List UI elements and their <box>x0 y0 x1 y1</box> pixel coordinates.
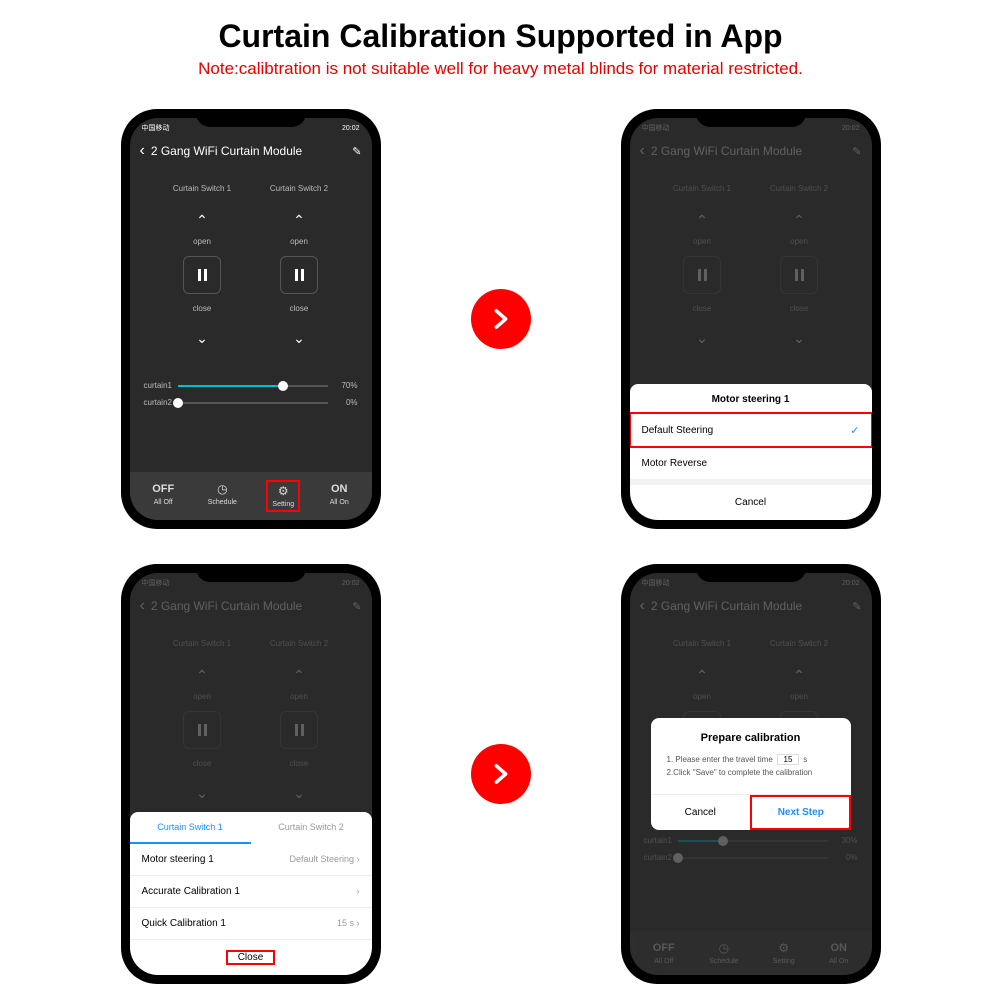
open-label: open <box>165 237 240 246</box>
motor-reverse-option[interactable]: Motor Reverse <box>630 447 872 479</box>
sheet-title: Motor steering 1 <box>630 384 872 413</box>
phone-mockup-1: 中国移动 20:02 ‹ 2 Gang WiFi Curtain Module … <box>121 109 381 529</box>
close-label: close <box>262 304 337 313</box>
page-title: Curtain Calibration Supported in App <box>30 18 971 55</box>
tab-curtain-switch-2[interactable]: Curtain Switch 2 <box>251 812 372 844</box>
slider1-value: 70% <box>334 381 358 390</box>
prepare-calibration-modal: Prepare calibration 1. Please enter the … <box>651 718 851 830</box>
close-button-1[interactable]: ⌄ <box>182 323 222 353</box>
switch2-label: Curtain Switch 2 <box>262 184 337 193</box>
note-text: Note:calibtration is not suitable well f… <box>30 59 971 79</box>
slider1[interactable] <box>178 385 328 387</box>
slider2[interactable] <box>178 402 328 404</box>
default-steering-option[interactable]: Default Steering✓ <box>630 413 872 447</box>
close-label: close <box>165 304 240 313</box>
all-off-button[interactable]: OFFAll Off <box>152 482 174 510</box>
schedule-button[interactable]: ◷Schedule <box>208 482 237 510</box>
cancel-button[interactable]: Cancel <box>630 479 872 520</box>
modal-title: Prepare calibration <box>651 718 851 754</box>
close-button[interactable]: Close <box>226 950 276 965</box>
tab-curtain-switch-1[interactable]: Curtain Switch 1 <box>130 812 251 844</box>
phone-mockup-3: 中国移动20:02 ‹2 Gang WiFi Curtain Module✎ C… <box>121 564 381 984</box>
edit-icon[interactable]: ✎ <box>352 145 361 158</box>
phone-mockup-2: 中国移动20:02 ‹2 Gang WiFi Curtain Module✎ C… <box>621 109 881 529</box>
modal-instruction-2: 2.Click "Save" to complete the calibrati… <box>667 767 835 780</box>
open-label: open <box>262 237 337 246</box>
header-title: 2 Gang WiFi Curtain Module <box>151 144 352 158</box>
arrow-icon <box>471 744 531 804</box>
open-button-1[interactable]: ⌃ <box>182 205 222 235</box>
setting-button[interactable]: ⚙Setting <box>266 480 300 512</box>
switch1-label: Curtain Switch 1 <box>165 184 240 193</box>
slider2-label: curtain2 <box>144 398 172 407</box>
open-button-2[interactable]: ⌃ <box>279 205 319 235</box>
all-on-button[interactable]: ONAll On <box>330 482 349 510</box>
quick-calibration-row[interactable]: Quick Calibration 115 s › <box>130 908 372 940</box>
pause-button-1[interactable] <box>183 256 221 294</box>
travel-time-input[interactable] <box>777 754 799 765</box>
back-icon[interactable]: ‹ <box>140 142 145 160</box>
status-carrier: 中国移动 <box>142 123 170 133</box>
check-icon: ✓ <box>850 424 859 437</box>
gear-icon: ⚙ <box>276 484 290 498</box>
slider2-value: 0% <box>334 398 358 407</box>
motor-steering-row[interactable]: Motor steering 1Default Steering › <box>130 844 372 876</box>
next-step-button[interactable]: Next Step <box>750 795 851 830</box>
modal-cancel-button[interactable]: Cancel <box>651 795 751 830</box>
close-button-2[interactable]: ⌄ <box>279 323 319 353</box>
status-time: 20:02 <box>342 125 360 132</box>
accurate-calibration-row[interactable]: Accurate Calibration 1› <box>130 876 372 908</box>
pause-button-2[interactable] <box>280 256 318 294</box>
phone-mockup-4: 中国移动20:02 ‹2 Gang WiFi Curtain Module✎ C… <box>621 564 881 984</box>
arrow-icon <box>471 289 531 349</box>
slider1-label: curtain1 <box>144 381 172 390</box>
